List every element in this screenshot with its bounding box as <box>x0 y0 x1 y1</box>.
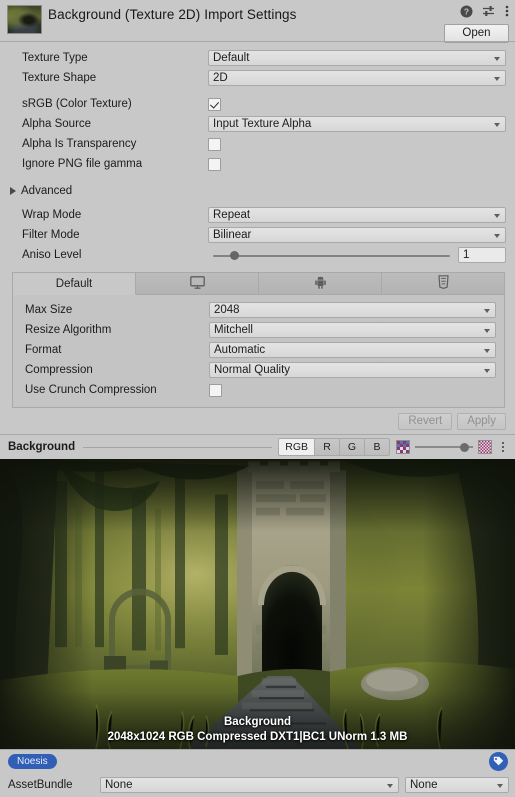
assetbundle-variant-dropdown[interactable]: None <box>405 777 509 793</box>
row-alpha-source: Alpha Source Input Texture Alpha <box>0 114 515 134</box>
revert-button[interactable]: Revert <box>398 412 453 430</box>
inspector-header: Background (Texture 2D) Import Settings … <box>0 0 515 43</box>
inspector-window: Background (Texture 2D) Import Settings … <box>0 0 515 797</box>
tab-android[interactable] <box>259 272 382 294</box>
mip-level-slider[interactable] <box>415 440 473 454</box>
wrap-mode-label: Wrap Mode <box>22 209 82 221</box>
row-wrap-mode: Wrap Mode Repeat <box>0 205 515 225</box>
slider-handle[interactable] <box>460 442 469 452</box>
header-divider <box>0 41 515 42</box>
row-compression: Compression Normal Quality <box>13 360 504 380</box>
slider-track <box>213 254 450 257</box>
advanced-label: Advanced <box>21 184 73 197</box>
help-icon[interactable]: ? <box>460 5 473 18</box>
asset-labels-row: Noesis <box>0 750 515 773</box>
use-crunch-checkbox[interactable] <box>209 383 222 397</box>
texture-shape-label: Texture Shape <box>22 72 97 84</box>
row-aniso-level: Aniso Level 1 <box>0 245 515 265</box>
row-srgb: sRGB (Color Texture) <box>0 94 515 114</box>
alpha-is-transparency-checkbox[interactable] <box>208 137 221 151</box>
compression-dropdown[interactable]: Normal Quality <box>209 362 496 378</box>
assetbundle-label: AssetBundle <box>8 779 73 791</box>
aniso-level-label: Aniso Level <box>22 249 82 261</box>
channel-tab-group: RGB R G B <box>278 438 390 456</box>
mip-level-control <box>396 440 492 454</box>
aniso-level-slider[interactable] <box>208 247 452 263</box>
platform-tab-bar: Default <box>13 272 504 295</box>
alpha-is-transparency-label: Alpha Is Transparency <box>22 138 137 150</box>
texture-thumbnail <box>7 5 42 34</box>
channel-tab-b[interactable]: B <box>365 438 390 456</box>
filter-mode-label: Filter Mode <box>22 229 80 241</box>
channel-tab-rgb[interactable]: RGB <box>278 438 315 456</box>
format-dropdown[interactable]: Automatic <box>209 342 496 358</box>
alpha-source-label: Alpha Source <box>22 118 92 130</box>
monitor-icon <box>189 275 205 292</box>
resize-algorithm-dropdown[interactable]: Mitchell <box>209 322 496 338</box>
wrap-mode-dropdown[interactable]: Repeat <box>208 207 506 223</box>
tab-default[interactable]: Default <box>13 272 136 295</box>
asset-label-noesis[interactable]: Noesis <box>8 754 57 769</box>
ignore-png-gamma-checkbox[interactable] <box>208 157 221 171</box>
bottom-bar: Noesis AssetBundle None None <box>0 749 515 797</box>
preview-options-icon[interactable] <box>496 442 510 452</box>
assetbundle-dropdown[interactable]: None <box>100 777 399 793</box>
compression-label: Compression <box>25 364 93 376</box>
preview-title: Background <box>8 441 76 453</box>
row-resize-algorithm: Resize Algorithm Mitchell <box>13 320 504 340</box>
format-label: Format <box>25 344 62 356</box>
kebab-menu-icon[interactable] <box>505 4 509 18</box>
channel-tab-g[interactable]: G <box>340 438 365 456</box>
srgb-label: sRGB (Color Texture) <box>22 98 132 110</box>
filter-mode-dropdown[interactable]: Bilinear <box>208 227 506 243</box>
max-size-dropdown[interactable]: 2048 <box>209 302 496 318</box>
row-ignore-png-gamma: Ignore PNG file gamma <box>0 154 515 174</box>
row-filter-mode: Filter Mode Bilinear <box>0 225 515 245</box>
platform-settings-box: Default Max Size 2048 Resize Algorithm M… <box>12 272 505 408</box>
page-title: Background (Texture 2D) Import Settings <box>48 7 297 22</box>
tab-webgl[interactable] <box>382 272 504 294</box>
row-format: Format Automatic <box>13 340 504 360</box>
import-settings-properties: Texture Type Default Texture Shape 2D sR… <box>0 42 515 265</box>
chevron-right-icon <box>10 186 16 195</box>
texture-type-dropdown[interactable]: Default <box>208 50 506 66</box>
row-texture-type: Texture Type Default <box>0 48 515 68</box>
aniso-level-value[interactable]: 1 <box>458 247 506 263</box>
max-size-label: Max Size <box>25 304 73 316</box>
checkerboard-icon[interactable] <box>478 440 492 454</box>
texture-preview[interactable]: Background 2048x1024 RGB Compressed DXT1… <box>0 459 515 749</box>
header-icon-group: ? <box>460 4 509 18</box>
checkerboard-icon[interactable] <box>396 440 410 454</box>
advanced-foldout[interactable]: Advanced <box>0 180 515 201</box>
slider-handle[interactable] <box>230 250 239 260</box>
row-max-size: Max Size 2048 <box>13 300 504 320</box>
preset-icon[interactable] <box>482 5 496 18</box>
row-use-crunch: Use Crunch Compression <box>13 380 504 400</box>
srgb-checkbox[interactable] <box>208 97 221 111</box>
resize-algorithm-label: Resize Algorithm <box>25 324 112 336</box>
apply-button[interactable]: Apply <box>457 412 506 430</box>
preview-artwork <box>0 459 515 749</box>
tab-standalone[interactable] <box>136 272 259 294</box>
texture-type-label: Texture Type <box>22 52 88 64</box>
preview-toolbar: Background RGB R G B <box>0 434 515 459</box>
html5-icon <box>437 275 449 292</box>
svg-text:?: ? <box>464 6 469 16</box>
toolbar-divider <box>83 446 273 448</box>
row-texture-shape: Texture Shape 2D <box>0 68 515 88</box>
tag-icon[interactable] <box>489 752 508 771</box>
channel-tab-r[interactable]: R <box>315 438 340 456</box>
texture-shape-dropdown[interactable]: 2D <box>208 70 506 86</box>
alpha-source-dropdown[interactable]: Input Texture Alpha <box>208 116 506 132</box>
assetbundle-row: AssetBundle None None <box>0 773 515 797</box>
row-alpha-is-transparency: Alpha Is Transparency <box>0 134 515 154</box>
android-icon <box>314 276 327 292</box>
apply-bar: Revert Apply <box>0 408 515 434</box>
ignore-png-gamma-label: Ignore PNG file gamma <box>22 158 143 170</box>
platform-properties: Max Size 2048 Resize Algorithm Mitchell … <box>13 295 504 407</box>
use-crunch-label: Use Crunch Compression <box>25 384 157 396</box>
